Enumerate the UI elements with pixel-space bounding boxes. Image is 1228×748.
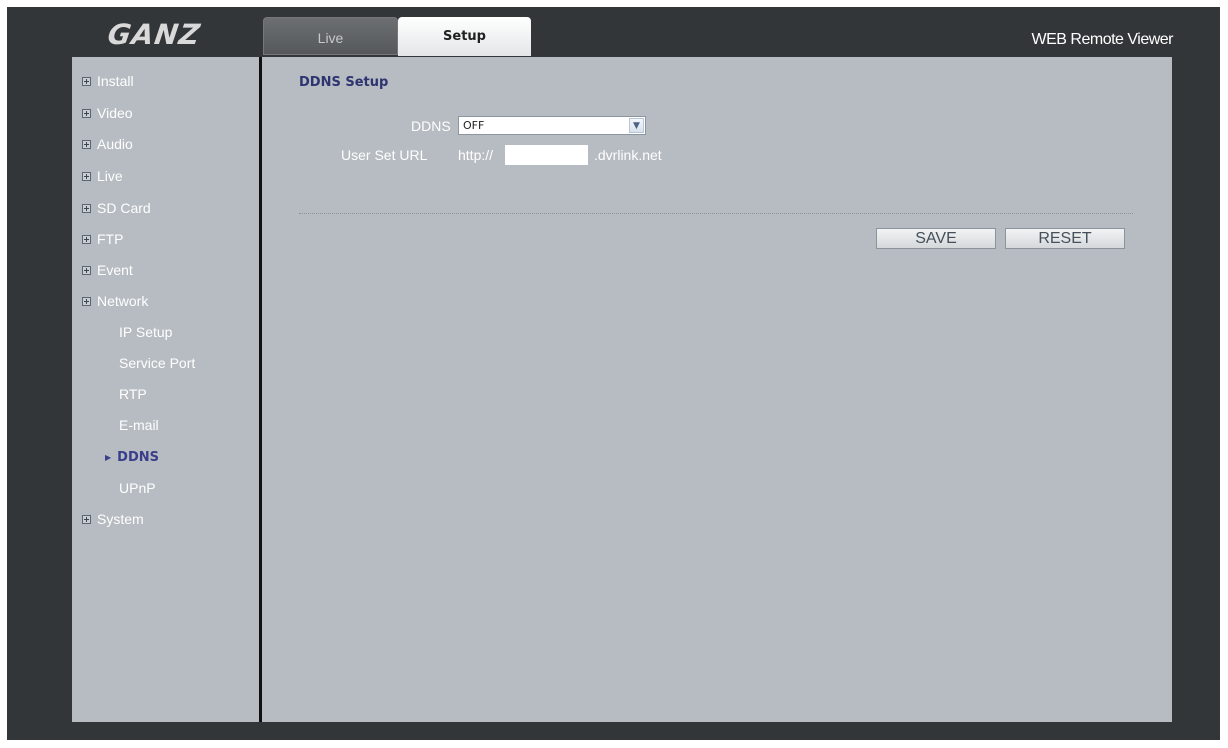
sidebar-subitem-ddns[interactable]: ▶ DDNS bbox=[105, 450, 159, 465]
expand-icon bbox=[82, 234, 91, 244]
section-title: DDNS Setup bbox=[299, 75, 389, 90]
ganz-logo: GANZ bbox=[105, 18, 203, 51]
sidebar-item-system[interactable]: System bbox=[82, 511, 144, 527]
triangle-right-icon: ▶ bbox=[105, 453, 112, 462]
sidebar-item-ftp[interactable]: FTP bbox=[82, 231, 123, 247]
sidebar-item-label: Install bbox=[97, 73, 134, 89]
viewer-title: WEB Remote Viewer bbox=[1031, 31, 1174, 48]
expand-icon bbox=[82, 171, 91, 181]
sidebar-subitem-label: DDNS bbox=[117, 450, 159, 465]
expand-icon bbox=[82, 108, 91, 118]
sidebar-subitem-email[interactable]: E-mail bbox=[119, 417, 159, 433]
expand-icon bbox=[82, 76, 91, 86]
sidebar-item-label: Network bbox=[97, 293, 149, 309]
sidebar-item-label: SD Card bbox=[97, 200, 151, 216]
sidebar-item-label: Live bbox=[97, 168, 123, 184]
url-suffix: .dvrlink.net bbox=[594, 147, 662, 163]
sidebar-item-install[interactable]: Install bbox=[82, 73, 134, 89]
save-button[interactable]: SAVE bbox=[876, 228, 996, 249]
sidebar-item-label: Event bbox=[97, 262, 133, 278]
sidebar-subitem-service-port[interactable]: Service Port bbox=[119, 355, 195, 371]
reset-button[interactable]: RESET bbox=[1005, 228, 1125, 249]
user-url-input[interactable] bbox=[505, 145, 588, 165]
sidebar-item-event[interactable]: Event bbox=[82, 262, 133, 278]
sidebar-item-video[interactable]: Video bbox=[82, 105, 133, 121]
sidebar-item-label: System bbox=[97, 511, 144, 527]
ddns-select[interactable]: OFF ▼ bbox=[458, 116, 646, 135]
url-prefix: http:// bbox=[458, 147, 494, 163]
sidebar-item-label: Audio bbox=[97, 136, 133, 152]
ddns-label: DDNS bbox=[411, 118, 451, 134]
user-url-label: User Set URL bbox=[341, 147, 428, 163]
expand-icon bbox=[82, 265, 91, 275]
chevron-down-icon: ▼ bbox=[629, 118, 644, 133]
expand-icon bbox=[82, 296, 91, 306]
ddns-select-value: OFF bbox=[463, 119, 485, 132]
sidebar-item-audio[interactable]: Audio bbox=[82, 136, 133, 152]
expand-icon bbox=[82, 139, 91, 149]
sidebar-item-network[interactable]: Network bbox=[82, 293, 148, 309]
sidebar bbox=[72, 57, 259, 722]
tab-setup[interactable]: Setup bbox=[398, 17, 531, 56]
sidebar-item-label: Video bbox=[97, 105, 133, 121]
sidebar-item-label: FTP bbox=[97, 231, 124, 247]
sidebar-item-sd-card[interactable]: SD Card bbox=[82, 200, 151, 216]
divider bbox=[299, 213, 1133, 215]
tab-live[interactable]: Live bbox=[263, 17, 398, 55]
expand-icon bbox=[82, 514, 91, 524]
sidebar-subitem-upnp[interactable]: UPnP bbox=[119, 480, 156, 496]
expand-icon bbox=[82, 203, 91, 213]
sidebar-subitem-ip-setup[interactable]: IP Setup bbox=[119, 324, 172, 340]
sidebar-item-live[interactable]: Live bbox=[82, 168, 123, 184]
sidebar-subitem-rtp[interactable]: RTP bbox=[119, 386, 147, 402]
